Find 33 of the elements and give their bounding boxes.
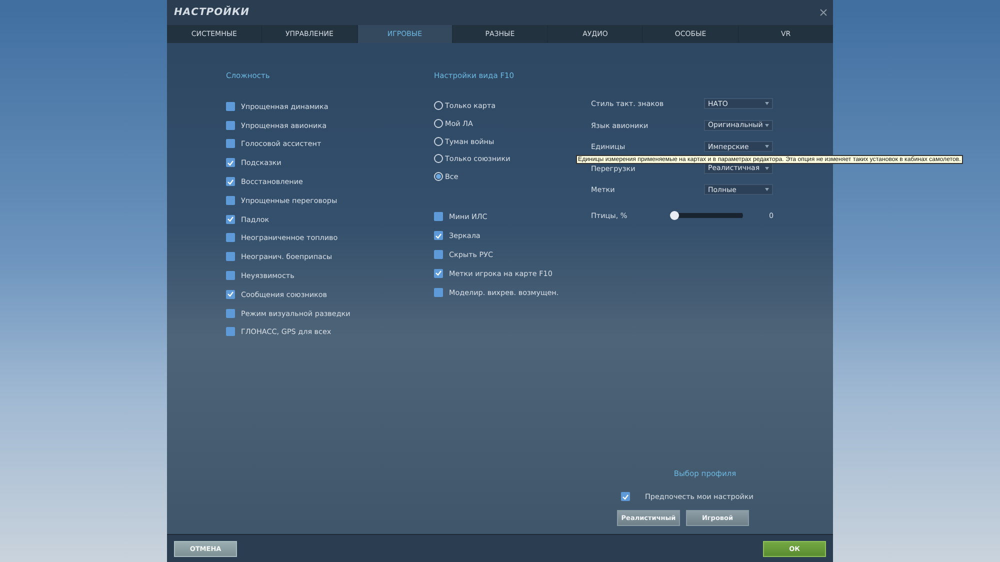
radio-button[interactable] [434,119,443,128]
caret-icon [765,145,769,148]
checkbox[interactable] [226,158,235,168]
radio-button[interactable] [434,101,443,110]
checkbox[interactable] [226,139,235,148]
radio-button[interactable] [434,136,443,146]
checkbox[interactable] [226,290,235,299]
checkbox[interactable] [226,271,235,280]
window-title: НАСТРОЙКИ [174,7,250,18]
checkbox[interactable] [434,231,443,240]
checkbox[interactable] [226,327,235,336]
checkbox[interactable] [226,102,235,111]
checkbox[interactable] [434,250,443,259]
checkbox[interactable] [226,177,235,186]
caret-icon [765,166,769,170]
slider-track[interactable] [670,210,743,220]
checkbox[interactable] [434,212,443,222]
checkbox[interactable] [226,252,235,262]
checkbox[interactable] [226,120,235,130]
checkbox[interactable] [226,308,235,318]
checkbox[interactable] [434,268,443,278]
radio-button[interactable] [434,154,443,164]
close-icon[interactable] [820,9,827,16]
caret-icon [765,102,769,106]
checkbox[interactable] [226,233,235,242]
checkbox[interactable] [434,288,443,297]
slider-thumb[interactable] [670,210,679,220]
checkbox[interactable] [621,492,630,501]
checkbox[interactable] [226,214,235,224]
checkbox[interactable] [226,196,235,205]
caret-icon [765,188,769,192]
radio-button[interactable] [434,172,443,182]
caret-icon [765,124,769,127]
